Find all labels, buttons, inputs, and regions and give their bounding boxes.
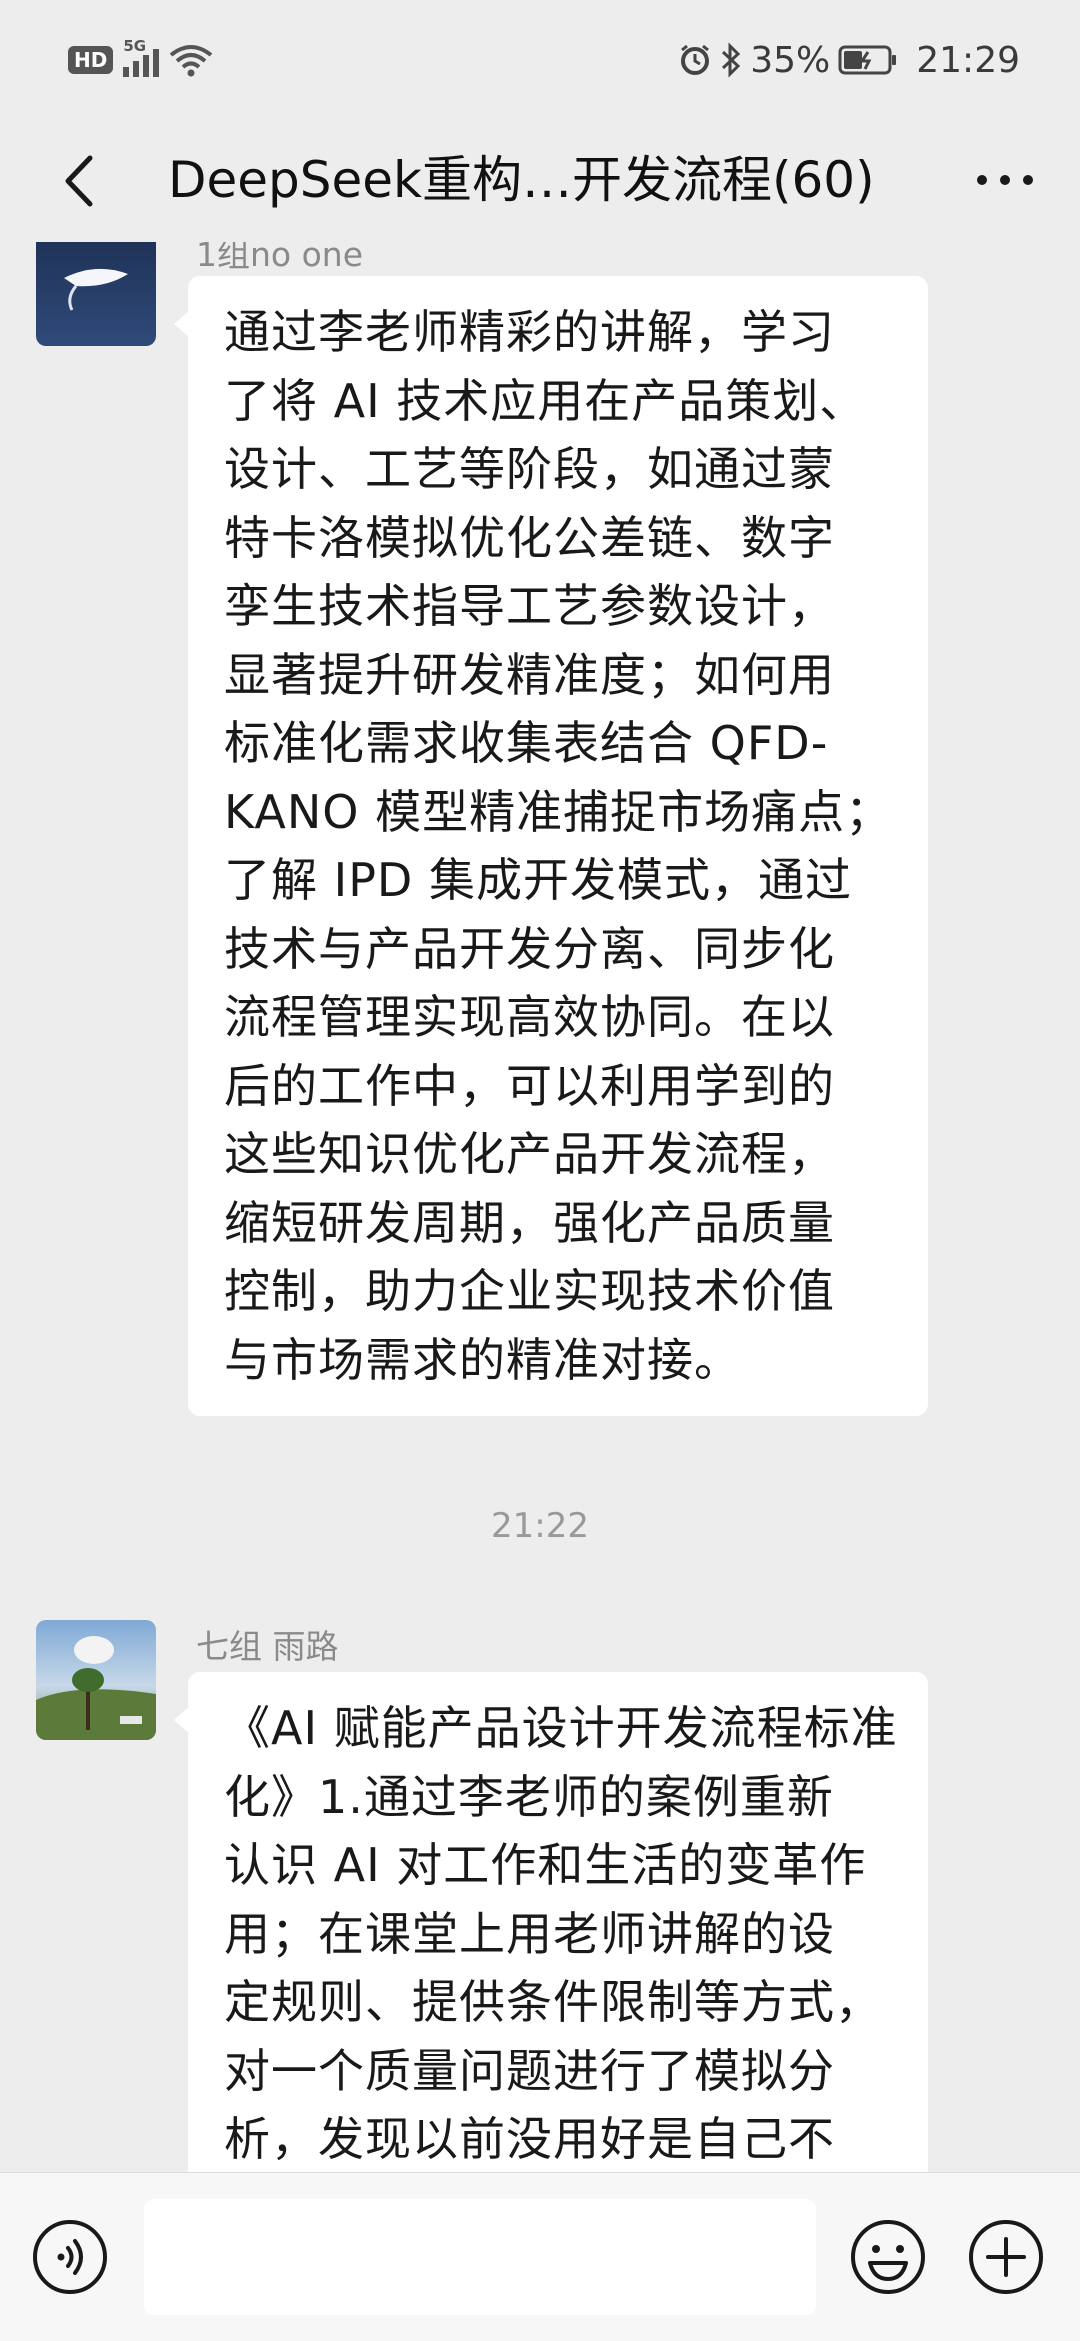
message-line: 技术与产品开发分离、同步化 (224, 921, 835, 976)
message-line: 显著提升研发精准度；如何用 (224, 647, 835, 702)
message-line: 了解 IPD 集成开发模式，通过 (224, 853, 852, 907)
message-line: 缩短研发周期，强化产品质量 (224, 1195, 835, 1250)
signal-icon: 5G (123, 37, 160, 77)
plus-icon[interactable] (966, 2217, 1046, 2297)
hd-badge: HD (68, 46, 114, 74)
bluetooth-icon (722, 42, 741, 78)
clock: 21:29 (916, 39, 1020, 81)
message-line: 这些知识优化产品开发流程， (224, 1127, 835, 1181)
message-line: 孪生技术指导工艺参数设计， (224, 579, 835, 633)
status-right: 35% 21:29 (678, 36, 1020, 84)
wifi-icon (170, 45, 213, 77)
chat-title: DeepSeek重构…开发流程(60) (168, 151, 875, 209)
timestamp: 21:22 (491, 1506, 589, 1546)
message-input[interactable] (144, 2199, 816, 2315)
input-bar (0, 2172, 1080, 2341)
message-line: 流程管理实现高效协同。在以 (224, 990, 835, 1044)
battery-icon (838, 45, 897, 75)
message-line: 通过李老师精彩的讲解，学习 (224, 305, 835, 359)
network-type: 5G (123, 37, 147, 55)
message-line: 《AI 赋能产品设计开发流程标准 (224, 1701, 898, 1755)
message-line: 标准化需求收集表结合 QFD- (224, 716, 829, 770)
message-line: 析，发现以前没用好是自己不 (224, 2112, 835, 2166)
message-line: 用；在课堂上用老师讲解的设 (224, 1906, 835, 1961)
status-bar: HD 5G 35% 21:29 (0, 0, 1080, 120)
message-line: 化》1.通过李老师的案例重新 (224, 1769, 834, 1824)
message-line: 后的工作中，可以利用学到的 (224, 1058, 835, 1113)
avatar[interactable] (36, 1620, 156, 1740)
avatar[interactable] (36, 242, 156, 346)
chat-header: DeepSeek重构…开发流程(60) (0, 120, 1080, 242)
voice-icon[interactable] (30, 2217, 110, 2297)
more-dots-icon[interactable] (970, 150, 1040, 210)
message-line: 对一个质量问题进行了模拟分 (224, 2043, 835, 2098)
emoji-icon[interactable] (848, 2217, 928, 2297)
status-left: HD 5G (68, 37, 213, 80)
message-line: 控制，助力企业实现技术价值 (224, 1264, 835, 1318)
message-line: 设计、工艺等阶段，如通过蒙 (224, 442, 835, 496)
message-line: 定规则、提供条件限制等方式， (224, 1975, 882, 2029)
alarm-icon (681, 44, 710, 75)
sender-name: 七组 雨路 (196, 1627, 339, 1666)
message-line: KANO 模型精准捕捉市场痛点； (224, 784, 893, 839)
message-list[interactable]: 1组no one 通过李老师精彩的讲解，学习 了将 AI 技术应用在产品策划、 … (0, 242, 1080, 2172)
message-line: 特卡洛模拟优化公差链、数字 (224, 510, 835, 565)
battery-percent: 35% (750, 39, 831, 81)
message-bubble[interactable]: 《AI 赋能产品设计开发流程标准 化》1.通过李老师的案例重新 认识 AI 对工… (174, 1672, 928, 2172)
message-bubble[interactable]: 通过李老师精彩的讲解，学习 了将 AI 技术应用在产品策划、 设计、工艺等阶段，… (174, 276, 928, 1416)
message-line: 了将 AI 技术应用在产品策划、 (224, 373, 867, 428)
message-line: 认识 AI 对工作和生活的变革作 (224, 1838, 867, 1892)
sender-name: 1组no one (196, 242, 363, 274)
chevron-left-icon[interactable] (46, 146, 116, 216)
message-line: 与市场需求的精准对接。 (224, 1332, 741, 1387)
